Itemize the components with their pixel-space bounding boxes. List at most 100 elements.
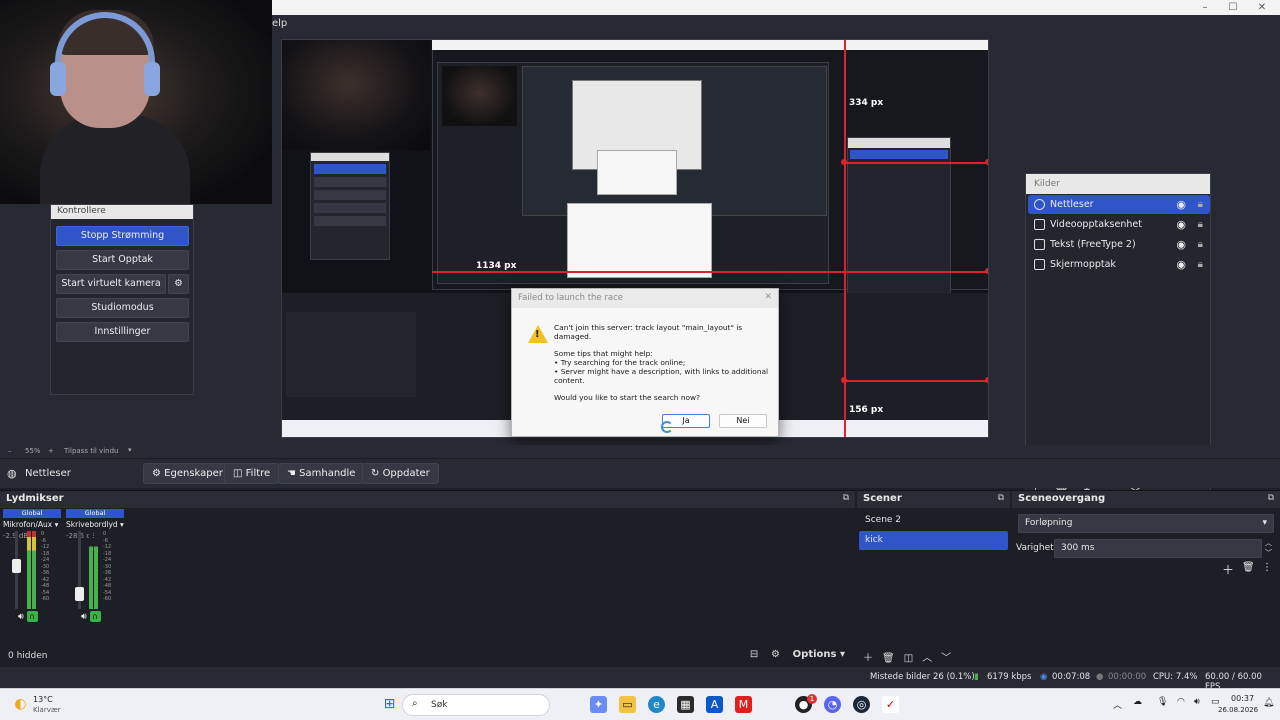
start-virtual-camera-button[interactable]: Start virtuelt kamera: [56, 274, 166, 294]
undock-icon[interactable]: ⧉: [1268, 493, 1274, 503]
trash-icon[interactable]: 🗑︎: [1242, 562, 1255, 573]
stop-streaming-button[interactable]: Stopp Strømming: [56, 226, 189, 246]
settings-button[interactable]: Innstillinger: [56, 322, 189, 342]
guide-handle[interactable]: [841, 159, 847, 165]
volume-fader-knob[interactable]: [75, 587, 84, 601]
microphone-icon[interactable]: 🎙︎: [1157, 697, 1168, 707]
wifi-icon[interactable]: ◠: [1177, 697, 1185, 707]
guide-label: 1134 px: [476, 261, 517, 271]
eye-icon[interactable]: ◉: [1176, 215, 1186, 234]
nested-controls: [310, 152, 390, 260]
guide-handle[interactable]: [985, 159, 988, 165]
headphones-icon[interactable]: ∩: [26, 611, 38, 622]
refresh-label: Oppdater: [382, 468, 430, 479]
transition-value: Forløpning: [1025, 518, 1073, 528]
notification-icon[interactable]: 🔔︎: [1263, 698, 1274, 708]
transitions-dock: Sceneovergang ⧉ Forløpning ▾ Varighet 300 …: [1012, 490, 1280, 667]
taskbar-search[interactable]: Søk: [402, 694, 550, 716]
properties-button[interactable]: ⚙ Egenskaper: [143, 463, 232, 484]
chevron-down-icon[interactable]: ▾: [128, 446, 132, 454]
headset-ear: [144, 62, 160, 96]
lock-icon[interactable]: 🔒︎: [1198, 255, 1203, 274]
scene-item-selected[interactable]: kick: [859, 531, 1008, 550]
studio-mode-button[interactable]: Studiomodus: [56, 298, 189, 318]
clock-date[interactable]: 26.08.2026: [1218, 706, 1258, 714]
antivirus-icon[interactable]: M: [735, 696, 752, 713]
trash-icon[interactable]: 🗑︎: [882, 653, 904, 664]
transition-select[interactable]: Forløpning ▾: [1018, 514, 1274, 533]
maximize-button[interactable]: ☐: [1222, 0, 1244, 15]
zoom-in-button[interactable]: +: [48, 447, 54, 455]
zoom-out-button[interactable]: –: [8, 447, 12, 455]
source-item-browser[interactable]: Nettleser ◉ 🔒︎: [1028, 195, 1210, 214]
file-explorer-icon[interactable]: ▭: [619, 696, 636, 713]
scene-item[interactable]: Scene 2: [859, 511, 1008, 530]
start-icon[interactable]: ⊞: [381, 696, 398, 713]
nested-dialog-large: [567, 203, 712, 278]
layout-icon[interactable]: ⊟: [750, 649, 758, 660]
channel-name[interactable]: Mikrofon/Aux ▾: [3, 520, 61, 529]
discord-icon[interactable]: ◔: [824, 696, 841, 713]
guide-handle[interactable]: [985, 268, 988, 274]
meter-ticks: 0 -6 -12 -18 -24 -30 -36 -42 -48 -54 -60: [103, 531, 112, 602]
interact-button[interactable]: ☚ Samhandle: [278, 463, 365, 484]
zoom-fit-select[interactable]: Tilpass til vindu: [64, 447, 118, 455]
cloud-icon[interactable]: ☁: [1133, 697, 1142, 707]
hand-icon: ☚: [287, 468, 300, 479]
advanced-audio-icon[interactable]: ⚙: [771, 649, 780, 660]
options-button[interactable]: Options ▾: [793, 649, 845, 660]
eye-icon[interactable]: ◉: [1176, 235, 1186, 254]
move-up-icon[interactable]: ︿: [922, 653, 941, 664]
chevron-up-icon[interactable]: ︿: [1113, 698, 1122, 711]
steam-icon[interactable]: ◎: [853, 696, 870, 713]
move-down-icon[interactable]: ﹀: [941, 653, 960, 664]
start-recording-button[interactable]: Start Opptak: [56, 250, 189, 270]
channel-name[interactable]: Skrivebordlyd ▾: [66, 520, 124, 529]
add-icon[interactable]: ＋: [1222, 561, 1234, 578]
refresh-button[interactable]: ↻ Oppdater: [362, 463, 439, 484]
vs-code-icon[interactable]: A: [706, 696, 723, 713]
no-button[interactable]: Nei: [719, 414, 767, 428]
volume-icon[interactable]: 🔊︎: [1194, 697, 1200, 707]
add-icon[interactable]: ＋: [863, 653, 882, 664]
mixer-toolbar: ⊟ ⚙ Options ▾: [750, 649, 845, 660]
lock-icon[interactable]: 🔒︎: [1198, 235, 1203, 254]
source-item-text[interactable]: Tekst (FreeType 2) ◉ 🔒︎: [1028, 235, 1210, 254]
camera-icon: [1034, 219, 1045, 230]
signal-icon: ▮: [974, 672, 979, 682]
clock-time[interactable]: 00:37: [1231, 694, 1254, 703]
game-icon[interactable]: ✓: [882, 696, 899, 713]
eye-icon[interactable]: ◉: [1176, 255, 1186, 274]
more-icon[interactable]: ⋮: [1262, 562, 1272, 573]
close-icon[interactable]: ✕: [764, 292, 772, 302]
speaker-icon[interactable]: 🔊︎: [81, 612, 87, 622]
copilot-icon[interactable]: ✦: [590, 696, 607, 713]
nested-dialog: [597, 150, 677, 195]
stepper-icon[interactable]: ︿ ﹀: [1265, 538, 1272, 558]
filter-icon[interactable]: ◫: [904, 653, 922, 664]
duration-input[interactable]: 300 ms: [1054, 539, 1262, 558]
channel-badge: Global: [66, 509, 124, 518]
source-item-screen-capture[interactable]: Skjermopptak ◉ 🔒︎: [1028, 255, 1210, 274]
undock-icon[interactable]: ⧉: [843, 493, 849, 503]
minimize-button[interactable]: –: [1194, 0, 1216, 15]
lock-icon[interactable]: 🔒︎: [1198, 215, 1203, 234]
edge-icon[interactable]: e: [648, 696, 665, 713]
headphones-icon[interactable]: ∩: [89, 611, 101, 622]
nested-mixer: [286, 312, 416, 397]
eye-icon[interactable]: ◉: [1176, 195, 1186, 214]
guide-handle[interactable]: [985, 377, 988, 383]
guide-handle[interactable]: [841, 377, 847, 383]
filters-button[interactable]: ◫ Filtre: [224, 463, 280, 484]
store-icon[interactable]: ▦: [677, 696, 694, 713]
lock-icon[interactable]: 🔒︎: [1198, 195, 1203, 214]
help-menu[interactable]: elp: [272, 18, 287, 29]
refresh-icon: ↻: [371, 468, 383, 479]
weather-icon[interactable]: ◐: [12, 696, 29, 713]
speaker-icon[interactable]: 🔊︎: [18, 612, 24, 622]
volume-fader-knob[interactable]: [12, 559, 21, 573]
source-item-video-capture[interactable]: Videoopptaksenhet ◉ 🔒︎: [1028, 215, 1210, 234]
close-button[interactable]: ✕: [1251, 0, 1273, 15]
undock-icon[interactable]: ⧉: [998, 493, 1004, 503]
virtual-camera-settings-button[interactable]: ⚙: [168, 274, 189, 294]
